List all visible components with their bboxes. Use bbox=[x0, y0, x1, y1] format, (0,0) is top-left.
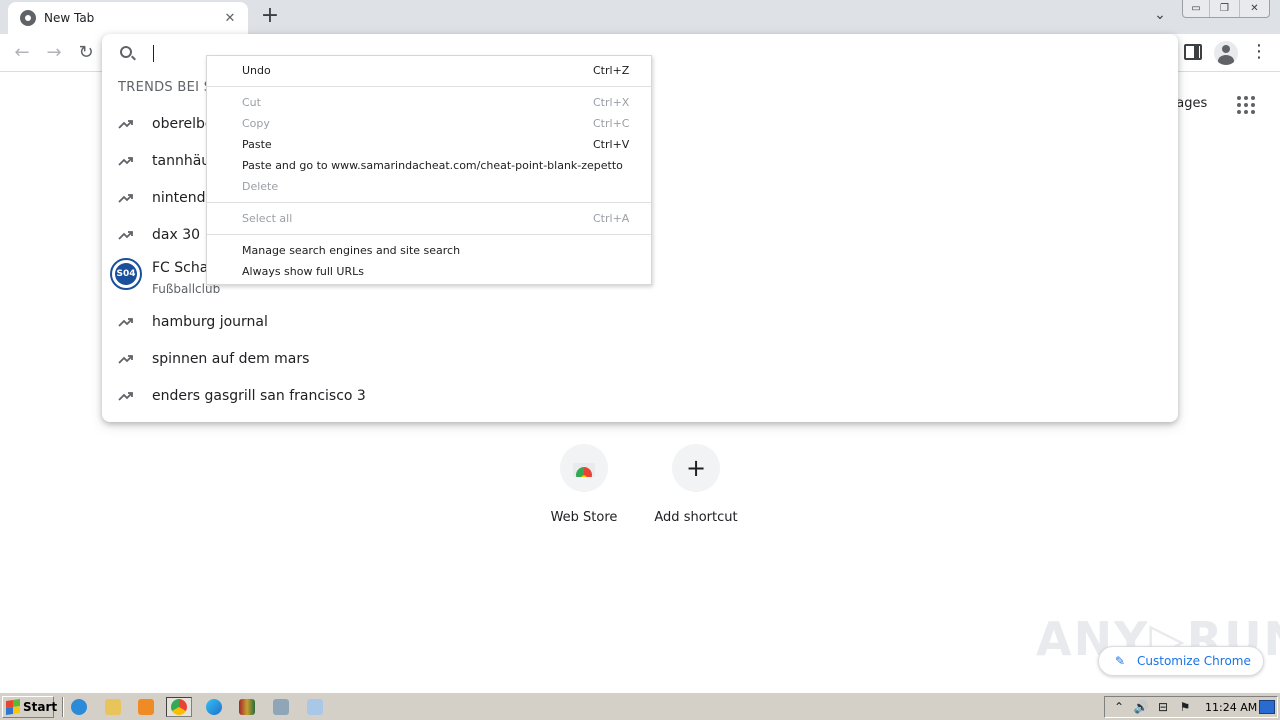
google-apps-icon[interactable] bbox=[1237, 96, 1255, 114]
chrome-favicon-icon bbox=[20, 10, 36, 26]
trending-icon bbox=[118, 120, 133, 129]
menu-item-paste[interactable]: Paste Ctrl+V bbox=[207, 134, 651, 155]
new-tab-button[interactable]: + bbox=[258, 5, 282, 29]
volume-icon[interactable]: 🔊 bbox=[1133, 700, 1149, 714]
media-player-icon[interactable] bbox=[133, 697, 159, 717]
chrome-menu-icon[interactable]: ⋮ bbox=[1250, 40, 1268, 64]
suggestion-text: enders gasgrill san francisco 3 bbox=[152, 388, 366, 404]
shortcut-add[interactable]: + Add shortcut bbox=[640, 444, 752, 525]
trending-icon bbox=[118, 318, 133, 327]
minimize-button[interactable]: ▭ bbox=[1183, 0, 1209, 17]
pencil-icon: ✎ bbox=[1115, 654, 1126, 668]
start-label: Start bbox=[23, 700, 58, 714]
trending-icon bbox=[118, 355, 133, 364]
show-desktop-icon[interactable] bbox=[1259, 700, 1275, 714]
chrome-taskbar-icon[interactable] bbox=[166, 697, 192, 717]
menu-item-undo[interactable]: Undo Ctrl+Z bbox=[207, 60, 651, 81]
trending-icon bbox=[118, 392, 133, 401]
customize-chrome-label: Customize Chrome bbox=[1137, 654, 1251, 668]
reload-icon[interactable]: ↻ bbox=[73, 40, 99, 66]
internet-explorer-icon[interactable] bbox=[66, 697, 92, 717]
menu-item-always-show-full-urls[interactable]: Always show full URLs bbox=[207, 261, 651, 282]
edge-icon[interactable] bbox=[201, 697, 227, 717]
taskbar-separator bbox=[62, 697, 64, 717]
suggestion-text: dax 30 bbox=[152, 227, 201, 243]
restore-button[interactable]: ❐ bbox=[1209, 0, 1239, 17]
plus-icon: + bbox=[672, 444, 720, 492]
menu-item-cut[interactable]: Cut Ctrl+X bbox=[207, 92, 651, 113]
menu-separator bbox=[207, 86, 651, 87]
terminal-app-icon[interactable] bbox=[268, 697, 294, 717]
show-hidden-icons-icon[interactable]: ⌃ bbox=[1111, 700, 1127, 714]
menu-item-delete[interactable]: Delete bbox=[207, 176, 651, 197]
back-arrow-icon[interactable]: ← bbox=[9, 40, 35, 66]
tab-new-tab[interactable]: New Tab ✕ bbox=[8, 2, 248, 34]
network-icon[interactable]: ⊟ bbox=[1155, 700, 1171, 714]
menu-item-manage-search-engines[interactable]: Manage search engines and site search bbox=[207, 240, 651, 261]
suggestion-item[interactable]: hamburg journal bbox=[102, 304, 1178, 340]
trends-heading: TRENDS BEI S bbox=[118, 80, 213, 95]
suggestion-text: nintendo bbox=[152, 190, 215, 206]
menu-item-select-all[interactable]: Select all Ctrl+A bbox=[207, 208, 651, 229]
notepad-icon[interactable] bbox=[302, 697, 328, 717]
menu-separator bbox=[207, 234, 651, 235]
windows-logo-icon bbox=[6, 699, 20, 715]
close-tab-icon[interactable]: ✕ bbox=[222, 11, 238, 26]
close-window-button[interactable]: ✕ bbox=[1239, 0, 1269, 17]
trending-icon bbox=[118, 157, 133, 166]
web-store-icon bbox=[560, 444, 608, 492]
search-icon bbox=[120, 46, 132, 58]
menu-item-copy[interactable]: Copy Ctrl+C bbox=[207, 113, 651, 134]
suggestion-text: FC Schal bbox=[152, 260, 213, 276]
menu-separator bbox=[207, 202, 651, 203]
context-menu: Undo Ctrl+Z Cut Ctrl+X Copy Ctrl+C Paste… bbox=[206, 55, 652, 285]
menu-item-paste-and-go[interactable]: Paste and go to www.samarindacheat.com/c… bbox=[207, 155, 651, 176]
file-explorer-icon[interactable] bbox=[100, 697, 126, 717]
tab-title: New Tab bbox=[44, 11, 95, 25]
customize-chrome-button[interactable]: ✎ Customize Chrome bbox=[1098, 646, 1264, 676]
forward-arrow-icon[interactable]: → bbox=[41, 40, 67, 66]
window-controls: ▭ ❐ ✕ bbox=[1182, 0, 1270, 18]
suggestion-text: hamburg journal bbox=[152, 314, 268, 330]
action-center-flag-icon[interactable]: ⚑ bbox=[1177, 700, 1193, 714]
suggestion-text: spinnen auf dem mars bbox=[152, 351, 310, 367]
trending-icon bbox=[118, 194, 133, 203]
shortcut-label: Web Store bbox=[550, 510, 618, 525]
archive-app-icon[interactable] bbox=[234, 697, 260, 717]
shortcut-web-store[interactable]: Web Store bbox=[528, 444, 640, 525]
suggestion-text: oberelbe bbox=[152, 116, 214, 132]
suggestion-item[interactable]: enders gasgrill san francisco 3 bbox=[102, 378, 1178, 414]
schalke-logo-icon: S04 bbox=[110, 258, 142, 290]
start-button[interactable]: Start bbox=[2, 696, 58, 718]
profile-avatar-icon[interactable] bbox=[1214, 41, 1238, 65]
tab-strip: New Tab ✕ + ⌄ ▭ ❐ ✕ bbox=[0, 0, 1280, 34]
windows-taskbar: Start ⌃ 🔊 ⊟ ⚑ 11:24 AM bbox=[0, 692, 1280, 720]
system-tray: ⌃ 🔊 ⊟ ⚑ 11:24 AM bbox=[1104, 696, 1278, 718]
omnibox-input-caret[interactable] bbox=[153, 45, 154, 62]
suggestion-item[interactable]: spinnen auf dem mars bbox=[102, 341, 1178, 377]
side-panel-icon[interactable] bbox=[1184, 44, 1202, 60]
clock[interactable]: 11:24 AM bbox=[1205, 701, 1257, 714]
tab-search-chevron-icon[interactable]: ⌄ bbox=[1150, 7, 1170, 27]
trending-icon bbox=[118, 231, 133, 240]
shortcut-label: Add shortcut bbox=[654, 510, 738, 525]
